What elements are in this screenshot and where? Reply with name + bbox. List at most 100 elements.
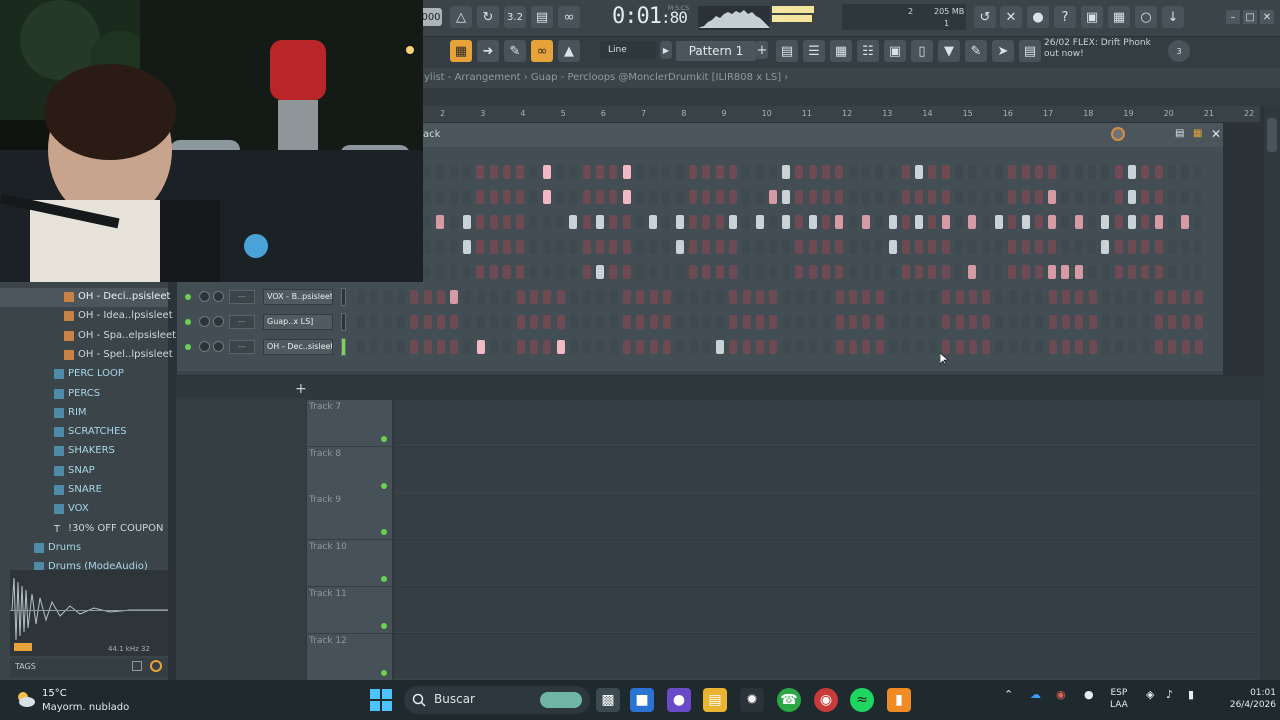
step-button[interactable] xyxy=(1194,215,1203,229)
step-button[interactable] xyxy=(689,240,697,254)
step-button[interactable] xyxy=(1088,190,1096,204)
step-button[interactable] xyxy=(689,265,697,279)
step-button[interactable] xyxy=(357,290,365,304)
step-button[interactable] xyxy=(1115,340,1124,354)
step-button[interactable] xyxy=(1141,215,1150,229)
step-button[interactable] xyxy=(1088,315,1097,329)
step-button[interactable] xyxy=(609,265,618,279)
step-button[interactable] xyxy=(742,240,751,254)
step-button[interactable] xyxy=(942,340,951,354)
step-button[interactable] xyxy=(1008,240,1017,254)
fl-studio-icon[interactable]: ▮ xyxy=(887,688,911,712)
step-button[interactable] xyxy=(502,190,511,204)
step-button[interactable] xyxy=(728,165,737,179)
step-button[interactable] xyxy=(835,340,844,354)
step-button[interactable] xyxy=(1021,265,1030,279)
step-button[interactable] xyxy=(556,340,565,354)
step-button[interactable] xyxy=(489,165,498,179)
step-button[interactable] xyxy=(609,340,618,354)
browser-folder[interactable]: SNAP xyxy=(0,462,168,481)
step-button[interactable] xyxy=(622,265,631,279)
pattern-selector[interactable]: Pattern 1 xyxy=(676,41,756,61)
step-button[interactable] xyxy=(1127,265,1136,279)
step-button[interactable] xyxy=(516,290,525,304)
step-button[interactable] xyxy=(476,190,485,204)
track-lane[interactable] xyxy=(394,633,1260,680)
browser-icon[interactable]: ▣ xyxy=(884,40,906,62)
step-button[interactable] xyxy=(569,265,578,279)
step-button[interactable] xyxy=(529,165,538,179)
step-button[interactable] xyxy=(729,290,738,304)
taskbar-search[interactable]: Buscar xyxy=(404,686,590,714)
plugin-icon[interactable]: ▦ xyxy=(1108,6,1130,28)
step-button[interactable] xyxy=(1141,240,1150,254)
mixer-track-number[interactable]: --- xyxy=(229,290,255,304)
step-button[interactable] xyxy=(423,290,432,304)
step-button[interactable] xyxy=(1114,240,1123,254)
step-button[interactable] xyxy=(1155,290,1163,304)
step-button[interactable] xyxy=(915,290,924,304)
step-button[interactable] xyxy=(795,165,804,179)
step-button[interactable] xyxy=(982,290,991,304)
step-button[interactable] xyxy=(1194,290,1203,304)
step-button[interactable] xyxy=(1194,190,1203,204)
step-button[interactable] xyxy=(609,215,618,229)
step-button[interactable] xyxy=(1021,240,1030,254)
step-button[interactable] xyxy=(582,190,591,204)
channel-rack-icon[interactable]: ▦ xyxy=(830,40,852,62)
step-button[interactable] xyxy=(702,265,711,279)
step-button[interactable] xyxy=(862,340,871,354)
step-button[interactable] xyxy=(1127,190,1136,204)
channel-row[interactable]: --- Guap..x LS] xyxy=(177,311,1223,333)
browser-file[interactable]: OH - Spel..lpsisleet xyxy=(0,346,173,365)
step-button[interactable] xyxy=(676,340,685,354)
step-button[interactable] xyxy=(543,315,552,329)
browser-folder[interactable]: SCRATCHES xyxy=(0,423,168,442)
step-button[interactable] xyxy=(702,190,711,204)
step-button[interactable] xyxy=(542,240,551,254)
step-button[interactable] xyxy=(582,215,591,229)
channel-select[interactable] xyxy=(341,288,346,306)
volume-icon[interactable]: ♪ xyxy=(1166,688,1173,701)
browser-folder[interactable]: Drums xyxy=(0,539,168,558)
step-button[interactable] xyxy=(901,240,910,254)
step-button[interactable] xyxy=(888,265,897,279)
step-button[interactable] xyxy=(449,165,458,179)
step-button[interactable] xyxy=(928,315,937,329)
step-button[interactable] xyxy=(808,215,817,229)
channel-led[interactable] xyxy=(185,294,191,300)
step-button[interactable] xyxy=(450,340,459,354)
step-button[interactable] xyxy=(1194,340,1203,354)
step-button[interactable] xyxy=(715,190,724,204)
step-button[interactable] xyxy=(423,340,432,354)
step-button[interactable] xyxy=(915,265,924,279)
step-button[interactable] xyxy=(902,315,911,329)
step-button[interactable] xyxy=(1022,340,1030,354)
step-button[interactable] xyxy=(742,340,751,354)
step-button[interactable] xyxy=(556,165,564,179)
step-button[interactable] xyxy=(436,340,445,354)
step-button[interactable] xyxy=(941,215,950,229)
step-button[interactable] xyxy=(1035,315,1044,329)
step-button[interactable] xyxy=(955,340,964,354)
step-button[interactable] xyxy=(649,265,658,279)
step-button[interactable] xyxy=(1114,165,1123,179)
step-button[interactable] xyxy=(995,315,1004,329)
step-button[interactable] xyxy=(1021,215,1030,229)
file-explorer-icon[interactable]: ▤ xyxy=(703,688,727,712)
step-button[interactable] xyxy=(756,315,764,329)
step-button[interactable] xyxy=(436,240,445,254)
step-button[interactable] xyxy=(636,290,645,304)
step-button[interactable] xyxy=(609,190,618,204)
windows-start-icon[interactable] xyxy=(370,689,392,711)
step-button[interactable] xyxy=(822,215,830,229)
step-button[interactable] xyxy=(1101,315,1110,329)
step-button[interactable] xyxy=(662,340,671,354)
channel-knob-icon[interactable] xyxy=(213,316,224,327)
step-button[interactable] xyxy=(383,340,392,354)
step-button[interactable] xyxy=(1061,215,1070,229)
step-button[interactable] xyxy=(715,265,724,279)
step-button[interactable] xyxy=(689,165,697,179)
snap-select[interactable]: Line xyxy=(600,41,656,59)
step-button[interactable] xyxy=(1034,165,1043,179)
